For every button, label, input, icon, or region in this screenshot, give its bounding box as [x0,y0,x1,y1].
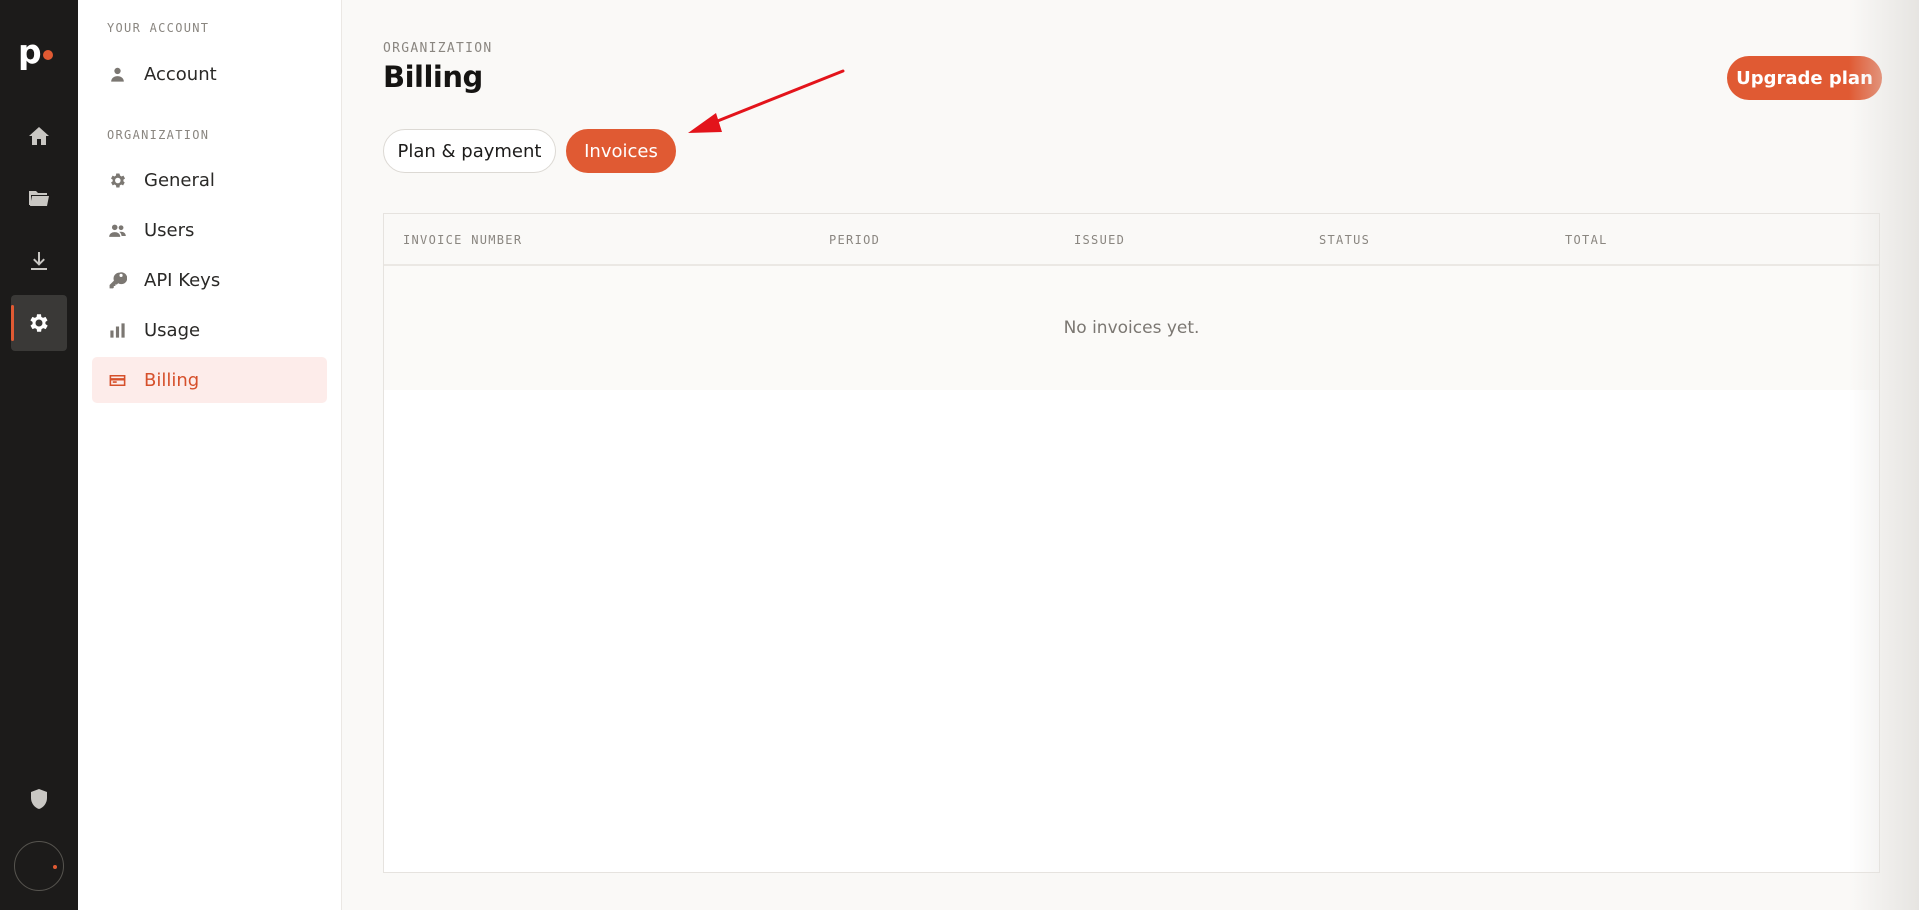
folder-icon [29,191,49,206]
settings-nav: YOUR ACCOUNT Account ORGANIZATION Genera… [78,0,342,910]
page-eyebrow: ORGANIZATION [383,41,493,56]
app-logo[interactable]: p [18,32,58,74]
table-header: INVOICE NUMBER PERIOD ISSUED STATUS TOTA… [384,214,1879,266]
nav-section-organization: ORGANIZATION [107,128,210,142]
bar-chart-icon [110,322,125,338]
app-rail: p [0,0,78,910]
nav-item-label: Usage [144,319,201,341]
column-header-issued[interactable]: ISSUED [1074,233,1125,247]
rail-files-button[interactable] [11,170,67,226]
key-icon [109,271,127,288]
column-header-period[interactable]: PERIOD [829,233,880,247]
main-content: ORGANIZATION Billing Upgrade plan Plan &… [343,0,1919,910]
nav-item-billing[interactable]: Billing [92,357,327,403]
gear-icon [111,173,126,187]
logo-dot [43,50,53,60]
logo-letter: p [18,32,42,71]
rail-security-button[interactable] [11,771,67,827]
nav-item-label: Billing [144,369,200,391]
tab-plan-payment[interactable]: Plan & payment [383,129,556,173]
nav-item-general[interactable]: General [92,157,327,203]
table-empty-state: No invoices yet. [384,266,1879,390]
nav-item-label: General [144,169,215,191]
avatar-status-dot [53,865,57,869]
nav-item-api-keys[interactable]: API Keys [92,257,327,303]
nav-item-usage[interactable]: Usage [92,307,327,353]
nav-item-label: Users [144,219,195,241]
credit-card-icon [109,374,126,386]
shield-icon [31,789,47,809]
rail-home-button[interactable] [11,108,67,164]
column-header-total[interactable]: TOTAL [1565,233,1608,247]
invoices-table: INVOICE NUMBER PERIOD ISSUED STATUS TOTA… [383,213,1880,873]
upgrade-plan-button[interactable]: Upgrade plan [1727,56,1882,100]
nav-item-users[interactable]: Users [92,207,327,253]
users-icon [109,224,126,237]
gear-icon [30,314,48,332]
page-title: Billing [383,60,483,94]
download-icon [31,252,47,270]
home-icon [29,127,49,145]
nav-item-label: API Keys [144,269,221,291]
person-icon [111,67,124,82]
rail-downloads-button[interactable] [11,233,67,289]
user-avatar[interactable] [14,841,64,891]
rail-settings-button[interactable] [11,295,67,351]
nav-section-your-account: YOUR ACCOUNT [107,21,210,35]
column-header-invoice-number[interactable]: INVOICE NUMBER [403,233,522,247]
column-header-status[interactable]: STATUS [1319,233,1370,247]
tab-invoices[interactable]: Invoices [566,129,676,173]
nav-item-account[interactable]: Account [92,51,327,97]
empty-state-text: No invoices yet. [1063,318,1200,338]
nav-item-label: Account [144,63,217,85]
